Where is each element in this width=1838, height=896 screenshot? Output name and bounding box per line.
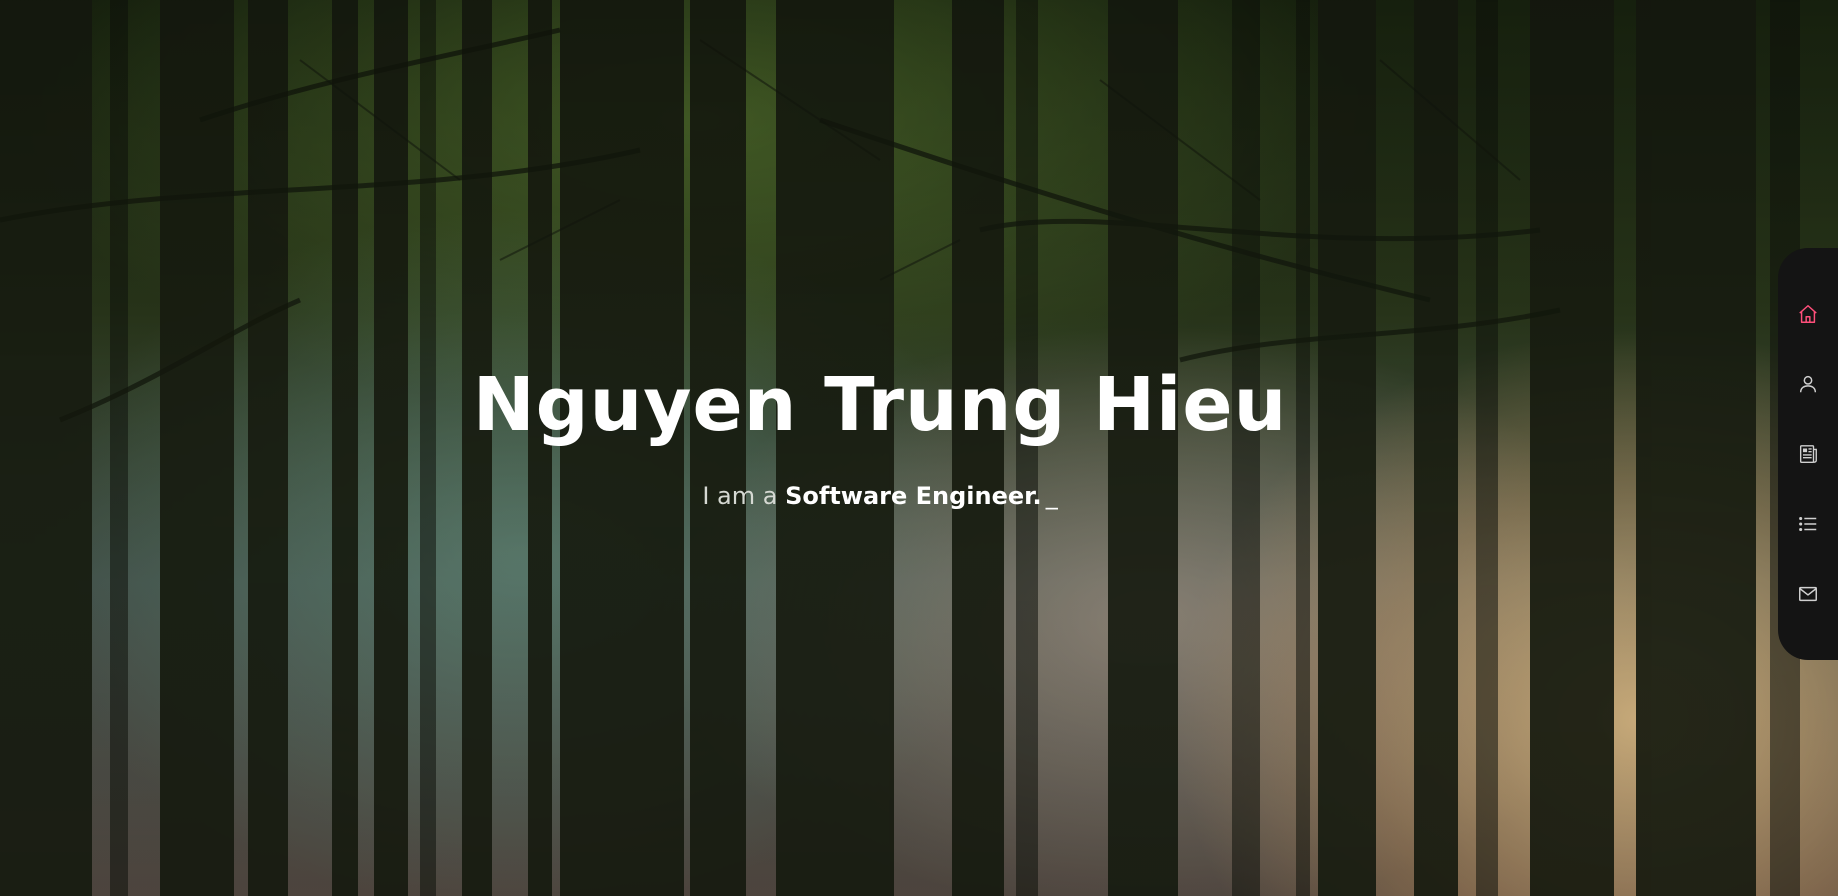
home-icon xyxy=(1799,305,1817,323)
hero-content: Nguyen Trung Hieu I am a Software Engine… xyxy=(0,362,1760,510)
hero-role: Software Engineer. xyxy=(785,482,1042,511)
nav-item-contact[interactable] xyxy=(1786,572,1830,616)
nav-item-services[interactable] xyxy=(1786,502,1830,546)
user-icon xyxy=(1799,375,1817,393)
hero-typed-text: I am a Software Engineer. _ xyxy=(0,482,1760,510)
nav-item-home[interactable] xyxy=(1786,292,1830,336)
side-nav xyxy=(1778,248,1838,660)
hero-name: Nguyen Trung Hieu xyxy=(472,362,1288,448)
list-icon xyxy=(1799,516,1817,532)
hero-intro: I am a xyxy=(702,482,778,511)
nav-item-resume[interactable] xyxy=(1786,432,1830,476)
nav-item-about[interactable] xyxy=(1786,362,1830,406)
mail-icon xyxy=(1799,586,1817,602)
resume-icon xyxy=(1799,445,1817,463)
typing-cursor: _ xyxy=(1045,482,1058,511)
hero-section: Nguyen Trung Hieu I am a Software Engine… xyxy=(0,0,1838,896)
